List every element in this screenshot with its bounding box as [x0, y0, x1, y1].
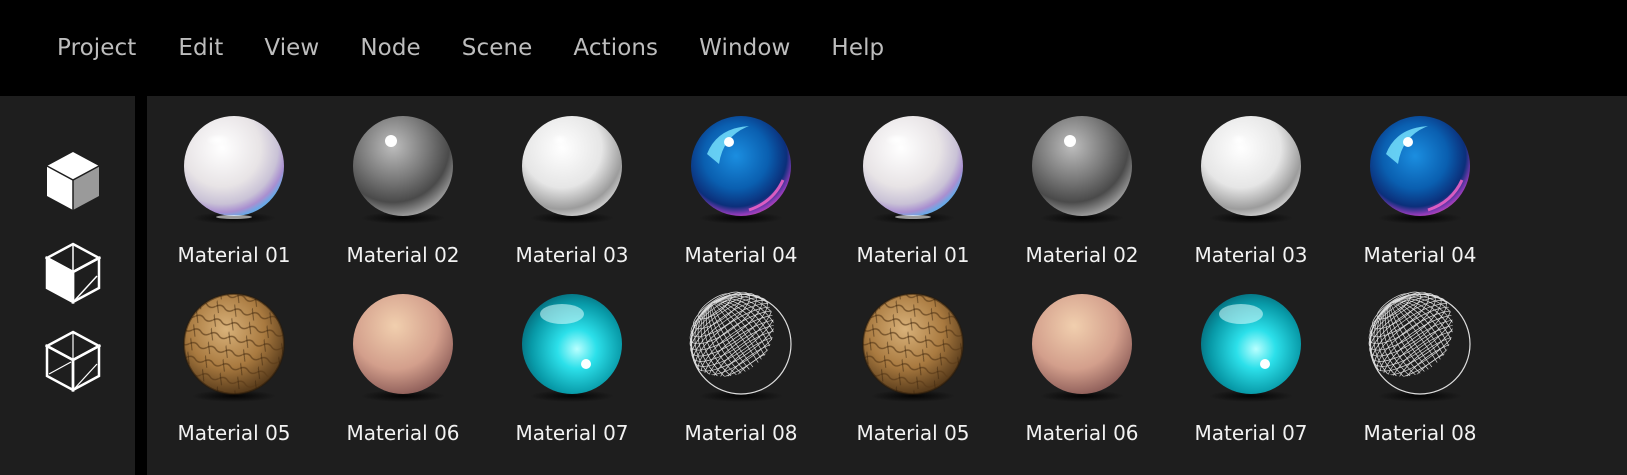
solid-view-button[interactable] — [45, 150, 101, 212]
material-label: Material 07 — [1194, 421, 1308, 445]
material-label: Material 01 — [177, 243, 291, 267]
menu-project[interactable]: Project — [57, 35, 136, 61]
material-label: Material 02 — [346, 243, 460, 267]
menu-scene[interactable]: Scene — [462, 35, 533, 61]
material-tile[interactable]: Material 06 — [1007, 284, 1157, 454]
material-tile[interactable]: Material 01 — [159, 106, 309, 276]
material-tile[interactable]: Material 03 — [1176, 106, 1326, 276]
material-tile[interactable]: Material 08 — [666, 284, 816, 454]
material-label: Material 03 — [515, 243, 629, 267]
menu-edit[interactable]: Edit — [178, 35, 223, 61]
menu-view[interactable]: View — [264, 35, 319, 61]
menu-bar: Project Edit View Node Scene Actions Win… — [0, 0, 1627, 96]
material-tile[interactable]: Material 04 — [1345, 106, 1495, 276]
menu-window[interactable]: Window — [699, 35, 790, 61]
shaded-view-button[interactable] — [45, 242, 101, 304]
wireframe-cube-icon — [45, 330, 101, 392]
material-tile[interactable]: Material 07 — [497, 284, 647, 454]
material-tile[interactable]: Material 01 — [838, 106, 988, 276]
material-label: Material 04 — [1363, 243, 1477, 267]
menu-actions[interactable]: Actions — [573, 35, 658, 61]
material-sphere-icon — [1368, 114, 1472, 224]
material-sphere-icon — [1030, 292, 1134, 402]
material-sphere-icon — [1199, 114, 1303, 224]
material-sphere-icon — [1368, 292, 1472, 402]
material-tile[interactable]: Material 02 — [1007, 106, 1157, 276]
material-tile[interactable]: Material 06 — [328, 284, 478, 454]
material-sphere-icon — [351, 114, 455, 224]
material-sphere-icon — [861, 292, 965, 402]
material-label: Material 02 — [1025, 243, 1139, 267]
material-sphere-icon — [182, 114, 286, 224]
material-label: Material 01 — [856, 243, 970, 267]
wireframe-view-button[interactable] — [45, 330, 101, 392]
material-tile[interactable]: Material 07 — [1176, 284, 1326, 454]
material-tile[interactable]: Material 02 — [328, 106, 478, 276]
shaded-cube-icon — [45, 242, 101, 304]
material-label: Material 08 — [684, 421, 798, 445]
material-label: Material 08 — [1363, 421, 1477, 445]
material-tile[interactable]: Material 08 — [1345, 284, 1495, 454]
material-sphere-icon — [861, 114, 965, 224]
material-tile[interactable]: Material 04 — [666, 106, 816, 276]
material-label: Material 05 — [177, 421, 291, 445]
material-label: Material 03 — [1194, 243, 1308, 267]
material-tile[interactable]: Material 05 — [159, 284, 309, 454]
material-sphere-icon — [520, 114, 624, 224]
material-sphere-icon — [689, 114, 793, 224]
material-sphere-icon — [689, 292, 793, 402]
solid-cube-icon — [46, 152, 100, 210]
material-label: Material 05 — [856, 421, 970, 445]
menu-node[interactable]: Node — [360, 35, 420, 61]
material-label: Material 06 — [346, 421, 460, 445]
material-tile[interactable]: Material 05 — [838, 284, 988, 454]
material-sphere-icon — [1030, 114, 1134, 224]
material-tile[interactable]: Material 03 — [497, 106, 647, 276]
material-label: Material 07 — [515, 421, 629, 445]
material-library-panel: Material 01 Material 02 Material 03 Materia… — [147, 96, 1627, 475]
material-sphere-icon — [351, 292, 455, 402]
material-label: Material 04 — [684, 243, 798, 267]
view-mode-sidebar — [0, 96, 141, 475]
material-sphere-icon — [1199, 292, 1303, 402]
menu-help[interactable]: Help — [831, 35, 884, 61]
material-sphere-icon — [520, 292, 624, 402]
material-label: Material 06 — [1025, 421, 1139, 445]
material-sphere-icon — [182, 292, 286, 402]
